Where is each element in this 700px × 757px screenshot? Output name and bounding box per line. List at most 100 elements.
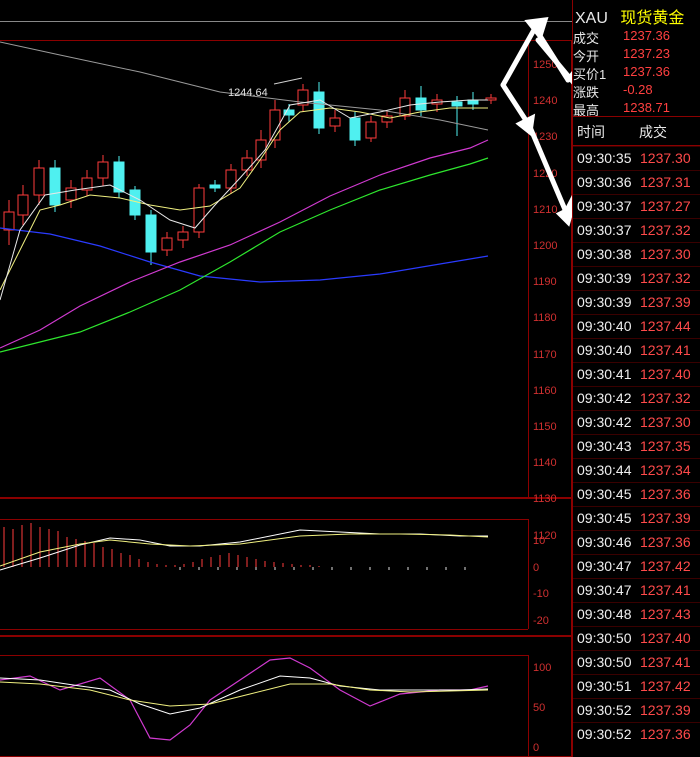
trades-header-price: 成交 xyxy=(639,124,667,140)
trade-time: 09:30:43 xyxy=(577,438,632,454)
kdj-j-line xyxy=(0,657,489,741)
trade-price: 1237.40 xyxy=(640,630,691,646)
trade-price: 1237.44 xyxy=(640,318,691,334)
quote-value: 1238.71 xyxy=(623,100,670,115)
trade-row[interactable]: 09:30:47 1237.41 xyxy=(573,578,700,602)
ma-magenta-line xyxy=(0,139,489,349)
trade-time: 09:30:39 xyxy=(577,294,632,310)
candle-body xyxy=(17,194,29,216)
candle-body xyxy=(349,117,361,141)
candle-body xyxy=(145,214,157,253)
trade-row[interactable]: 09:30:38 1237.30 xyxy=(573,242,700,266)
trade-row[interactable]: 09:30:37 1237.27 xyxy=(573,194,700,218)
trade-row[interactable]: 09:30:47 1237.42 xyxy=(573,554,700,578)
trade-row[interactable]: 09:30:36 1237.31 xyxy=(573,170,700,194)
quote-row: 涨跌 -0.28 xyxy=(573,82,700,100)
trade-row[interactable]: 09:30:42 1237.32 xyxy=(573,386,700,410)
ma-gray-line xyxy=(0,41,489,131)
trade-time: 09:30:52 xyxy=(577,702,632,718)
trade-price: 1237.41 xyxy=(640,342,691,358)
quote-label: 涨跌 xyxy=(573,85,600,100)
quote-label: 成交 xyxy=(573,31,600,46)
trade-row[interactable]: 09:30:43 1237.35 xyxy=(573,434,700,458)
quote-row: 买价1 1237.36 xyxy=(573,64,700,82)
trade-row[interactable]: 09:30:50 1237.41 xyxy=(573,650,700,674)
trade-time: 09:30:47 xyxy=(577,558,632,574)
trade-time: 09:30:40 xyxy=(577,342,632,358)
trade-row[interactable]: 09:30:42 1237.30 xyxy=(573,410,700,434)
trade-price: 1237.39 xyxy=(640,510,691,526)
candle-body xyxy=(177,231,189,241)
trade-price: 1237.36 xyxy=(640,486,691,502)
candle-body xyxy=(161,237,173,251)
trade-time: 09:30:40 xyxy=(577,318,632,334)
trade-row[interactable]: 09:30:39 1237.39 xyxy=(573,290,700,314)
trade-price: 1237.30 xyxy=(640,414,691,430)
trade-price: 1237.34 xyxy=(640,462,691,478)
trade-price: 1237.32 xyxy=(640,270,691,286)
trade-row[interactable]: 09:30:35 1237.30 xyxy=(573,146,700,170)
trade-price: 1237.41 xyxy=(640,654,691,670)
candle-body xyxy=(49,167,61,206)
high-annotation: 1244.64 xyxy=(228,87,268,99)
quote-value: 1237.36 xyxy=(623,64,670,79)
trade-time: 09:30:46 xyxy=(577,534,632,550)
candle-body xyxy=(193,187,205,233)
quote-value: 1237.23 xyxy=(623,46,670,61)
candlestick-chart[interactable]: 1244.64 xyxy=(0,0,572,757)
trade-price: 1237.42 xyxy=(640,558,691,574)
candle-body xyxy=(97,161,109,179)
trade-row[interactable]: 09:30:41 1237.40 xyxy=(573,362,700,386)
trade-time: 09:30:45 xyxy=(577,486,632,502)
trade-price: 1237.42 xyxy=(640,678,691,694)
trade-price: 1237.31 xyxy=(640,174,691,190)
trade-row[interactable]: 09:30:40 1237.41 xyxy=(573,338,700,362)
trade-price: 1237.36 xyxy=(640,534,691,550)
candle-body xyxy=(241,157,253,171)
trade-time: 09:30:42 xyxy=(577,414,632,430)
candle-body xyxy=(365,121,377,139)
trade-time: 09:30:52 xyxy=(577,726,632,742)
trade-time: 09:30:48 xyxy=(577,606,632,622)
trade-row[interactable]: 09:30:37 1237.32 xyxy=(573,218,700,242)
quote-value: -0.28 xyxy=(623,82,653,97)
symbol-name: 现货黄金 xyxy=(620,10,685,27)
quote-label: 买价1 xyxy=(573,67,607,82)
trade-time: 09:30:37 xyxy=(577,198,632,214)
trade-row[interactable]: 09:30:50 1237.40 xyxy=(573,626,700,650)
candle-body xyxy=(3,211,15,231)
symbol-code: XAU xyxy=(575,10,608,27)
quote-row: 成交 1237.36 xyxy=(573,28,700,46)
trade-time: 09:30:37 xyxy=(577,222,632,238)
trade-row[interactable]: 09:30:51 1237.42 xyxy=(573,674,700,698)
trade-time: 09:30:50 xyxy=(577,630,632,646)
trade-row[interactable]: 09:30:39 1237.32 xyxy=(573,266,700,290)
trade-time: 09:30:35 xyxy=(577,150,632,166)
trade-row[interactable]: 09:30:52 1237.36 xyxy=(573,722,700,746)
macd-dea-line xyxy=(0,533,489,567)
trade-time: 09:30:50 xyxy=(577,654,632,670)
trade-price: 1237.39 xyxy=(640,294,691,310)
trade-row[interactable]: 09:30:40 1237.44 xyxy=(573,314,700,338)
trade-row[interactable]: 09:30:44 1237.34 xyxy=(573,458,700,482)
quote-row: 今开 1237.23 xyxy=(573,46,700,64)
trade-price: 1237.36 xyxy=(640,726,691,742)
trade-row[interactable]: 09:30:48 1237.43 xyxy=(573,602,700,626)
trade-price: 1237.30 xyxy=(640,150,691,166)
ma-blue-line xyxy=(0,227,489,283)
trade-row[interactable]: 09:30:45 1237.39 xyxy=(573,506,700,530)
symbol-header: XAU 现货黄金 xyxy=(575,4,685,27)
trades-header: 时间 成交 xyxy=(573,116,700,146)
candle-body xyxy=(33,167,45,196)
trade-row[interactable]: 09:30:45 1237.36 xyxy=(573,482,700,506)
trade-time: 09:30:39 xyxy=(577,270,632,286)
candle-body xyxy=(451,101,463,107)
trade-price: 1237.32 xyxy=(640,390,691,406)
quote-value: 1237.36 xyxy=(623,28,670,43)
quote-row: 最高 1238.71 xyxy=(573,100,700,118)
trade-row[interactable]: 09:30:52 1237.39 xyxy=(573,698,700,722)
trade-price: 1237.41 xyxy=(640,582,691,598)
trade-row[interactable]: 09:30:46 1237.36 xyxy=(573,530,700,554)
trade-time: 09:30:36 xyxy=(577,174,632,190)
trade-price: 1237.40 xyxy=(640,366,691,382)
